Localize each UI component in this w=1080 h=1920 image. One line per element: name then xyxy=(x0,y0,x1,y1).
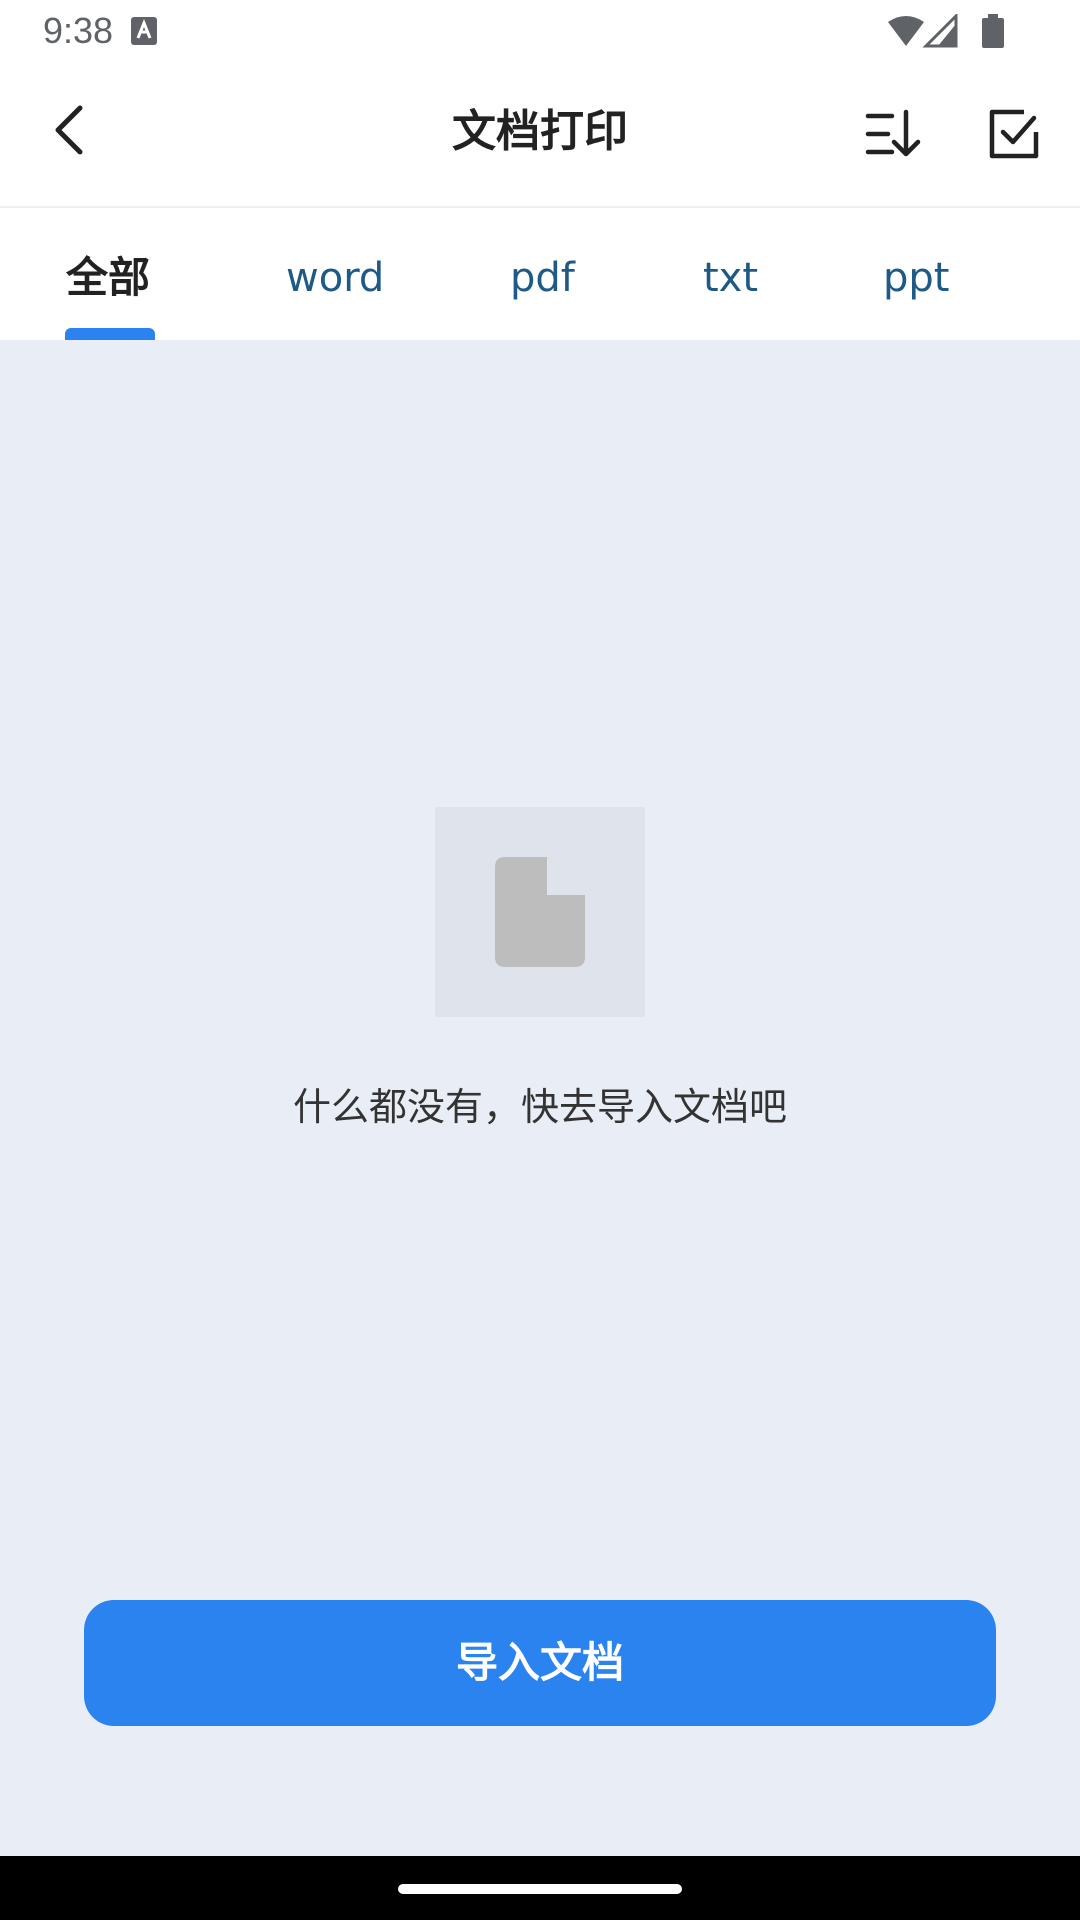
battery-icon xyxy=(982,14,1004,48)
tab-txt[interactable]: txt xyxy=(703,250,758,306)
system-navigation-bar xyxy=(0,1856,1080,1920)
tab-ppt[interactable]: ppt xyxy=(883,250,949,306)
empty-state-illustration xyxy=(435,807,645,1017)
empty-state-message: 什么都没有，快去导入文档吧 xyxy=(292,1085,787,1129)
home-gesture-handle[interactable] xyxy=(398,1884,682,1894)
file-type-tabs: 全部 word pdf txt ppt xyxy=(0,210,1080,340)
import-document-button[interactable]: 导入文档 xyxy=(84,1600,996,1726)
checkbox-icon[interactable] xyxy=(986,106,1042,162)
app-header: 文档打印 xyxy=(0,62,1080,208)
tab-pdf[interactable]: pdf xyxy=(510,250,575,306)
content-area: 什么都没有，快去导入文档吧 导入文档 xyxy=(0,340,1080,1856)
text-a-icon xyxy=(131,17,157,45)
status-icons xyxy=(888,14,1004,48)
screen: 9:38 文档打印 全部 word pdf txt ppt 什么都没有，快去导入… xyxy=(0,0,1080,1920)
tab-word[interactable]: word xyxy=(286,250,384,306)
tab-all[interactable]: 全部 xyxy=(66,250,150,306)
wifi-icon xyxy=(888,16,924,46)
file-icon xyxy=(495,857,585,967)
active-tab-indicator xyxy=(65,328,155,340)
sort-icon[interactable] xyxy=(862,104,922,164)
status-bar: 9:38 xyxy=(0,0,1080,62)
status-time: 9:38 xyxy=(43,10,114,51)
